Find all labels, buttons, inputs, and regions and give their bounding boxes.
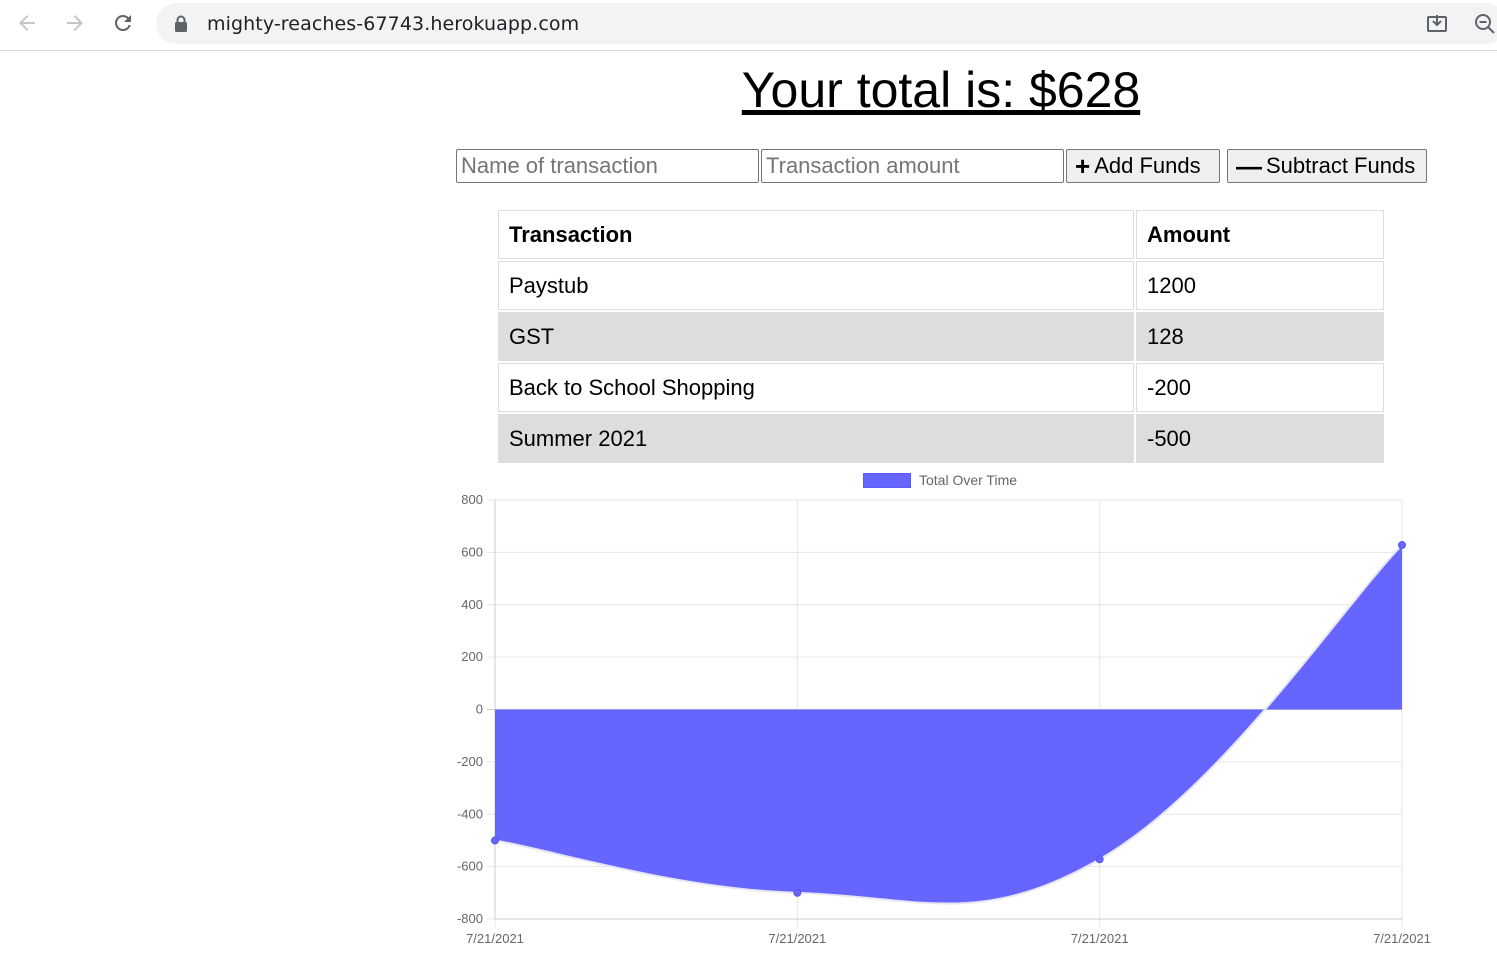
transaction-amount-input[interactable] <box>761 149 1064 183</box>
transaction-name-cell: Summer 2021 <box>498 414 1134 463</box>
browser-toolbar: mighty-reaches-67743.herokuapp.com <box>0 0 1497 51</box>
y-tick-label: -800 <box>457 911 483 926</box>
y-tick-label: 0 <box>476 702 483 717</box>
transaction-amount-cell: -500 <box>1136 414 1384 463</box>
y-tick-label: 800 <box>461 492 483 507</box>
table-row: Back to School Shopping -200 <box>498 363 1384 412</box>
transaction-name-cell: Paystub <box>498 261 1134 310</box>
y-tick-label: -600 <box>457 859 483 874</box>
reload-icon[interactable] <box>109 9 137 37</box>
x-tick-label: 7/21/2021 <box>466 931 524 946</box>
legend-label: Total Over Time <box>919 472 1018 488</box>
data-point <box>1398 541 1406 550</box>
table-row: Summer 2021 -500 <box>498 414 1384 463</box>
add-funds-label: Add Funds <box>1094 153 1201 178</box>
data-point <box>793 888 802 897</box>
transaction-name-cell: Back to School Shopping <box>498 363 1134 412</box>
back-arrow-icon[interactable] <box>13 9 41 37</box>
data-point <box>491 836 499 845</box>
transaction-amount-cell: 128 <box>1136 312 1384 361</box>
total-over-time-chart: Total Over Time 800 600 400 200 0 -200 -400 -60… <box>440 466 1440 951</box>
subtract-funds-button[interactable]: — Subtract Funds <box>1227 149 1427 183</box>
plus-icon: + <box>1075 151 1091 181</box>
total-heading: Your total is: $628 <box>741 62 1141 118</box>
forward-arrow-icon[interactable] <box>61 9 89 37</box>
column-header-transaction: Transaction <box>498 210 1134 259</box>
y-tick-label: 200 <box>461 649 483 664</box>
x-tick-label: 7/21/2021 <box>768 931 826 946</box>
address-bar[interactable]: mighty-reaches-67743.herokuapp.com <box>156 3 1497 44</box>
url-text: mighty-reaches-67743.herokuapp.com <box>207 13 580 35</box>
x-tick-label: 7/21/2021 <box>1373 931 1431 946</box>
transactions-table: Transaction Amount Paystub 1200 GST 128 … <box>496 208 1386 465</box>
data-point <box>1095 855 1104 864</box>
column-header-amount: Amount <box>1136 210 1384 259</box>
transaction-amount-cell: 1200 <box>1136 261 1384 310</box>
chart-canvas: 800 600 400 200 0 -200 -400 -600 -800 7/21/2021 7/… <box>457 492 1431 946</box>
legend-swatch <box>863 472 911 488</box>
install-app-icon[interactable] <box>1426 13 1448 40</box>
x-tick-label: 7/21/2021 <box>1071 931 1129 946</box>
table-row: GST 128 <box>498 312 1384 361</box>
table-row: Paystub 1200 <box>498 261 1384 310</box>
lock-icon <box>174 15 188 37</box>
add-funds-button[interactable]: + Add Funds <box>1066 149 1220 183</box>
chart-legend[interactable]: Total Over Time <box>863 472 1017 488</box>
zoom-icon[interactable] <box>1474 13 1496 40</box>
transaction-name-input[interactable] <box>456 149 759 183</box>
y-tick-label: -200 <box>457 754 483 769</box>
subtract-funds-label: Subtract Funds <box>1266 153 1416 178</box>
table-header-row: Transaction Amount <box>498 210 1384 259</box>
transaction-amount-cell: -200 <box>1136 363 1384 412</box>
transaction-name-cell: GST <box>498 312 1134 361</box>
y-tick-label: 400 <box>461 597 483 612</box>
y-tick-label: 600 <box>461 544 483 559</box>
series-area <box>495 545 1402 904</box>
y-tick-label: -400 <box>457 806 483 821</box>
minus-icon: — <box>1236 151 1262 181</box>
